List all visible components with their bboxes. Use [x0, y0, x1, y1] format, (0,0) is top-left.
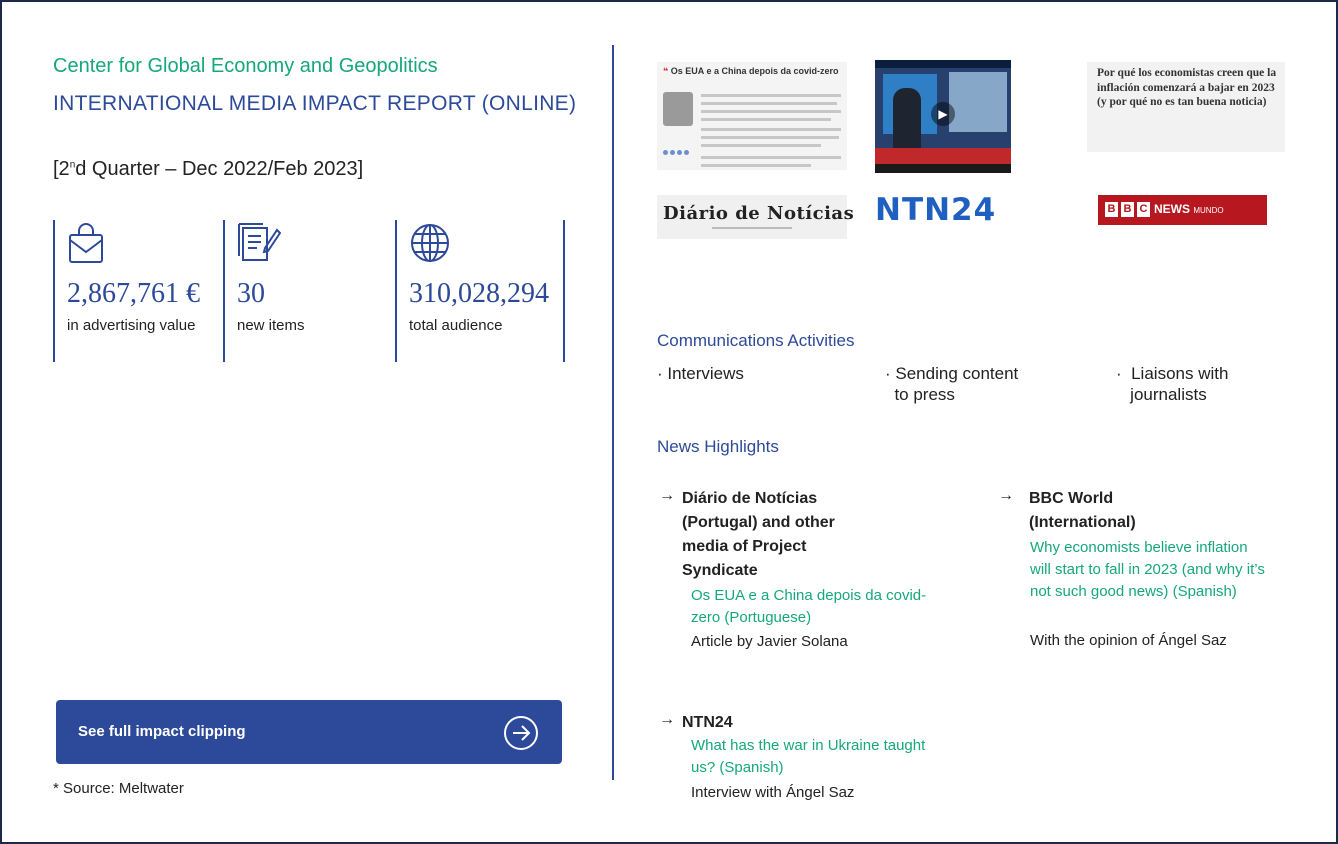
stat-value: 2,867,761 € — [67, 278, 200, 309]
stat-advertising-value: 2,867,761 € in advertising value — [53, 220, 222, 362]
center-name: Center for Global Economy and Geopolitic… — [53, 55, 438, 77]
report-title: INTERNATIONAL MEDIA IMPACT REPORT (ONLIN… — [53, 92, 577, 115]
see-full-impact-clipping-button[interactable]: See full impact clipping — [56, 700, 562, 764]
masthead-text: Diário de Notícias — [663, 203, 855, 224]
news-outlet: NTN24 — [682, 714, 733, 731]
stat-new-items: 30 new items — [223, 220, 392, 362]
stat-total-audience: 310,028,294 total audience — [395, 220, 565, 362]
thumbnail-bbc-article[interactable]: Por qué los economistas creen que la inf… — [1087, 62, 1285, 152]
activity-item: · Sending content to press — [885, 364, 1019, 404]
news-outlet: BBC World (International) — [1029, 490, 1136, 531]
quarter-label: [2nd Quarter – Dec 2022/Feb 2023] — [53, 158, 364, 180]
arrow-right-icon: → — [659, 711, 675, 728]
thumbnail-headline: Por qué los economistas creen que la inf… — [1097, 67, 1277, 108]
thumbnail-headline: ❝ Os EUA e a China depois da covid-zero — [663, 66, 839, 76]
shopping-bag-icon — [69, 223, 103, 263]
thumbnail-ntn24-video[interactable]: ▶ — [875, 60, 1011, 173]
diario-de-noticias-logo: Diário de Notícias — [657, 195, 854, 239]
cta-label: See full impact clipping — [78, 723, 246, 740]
news-headline-link[interactable]: Why economists believe inflation will st… — [1030, 537, 1270, 603]
document-edit-icon — [238, 223, 281, 261]
activity-item: · Liaisons with journalists — [1116, 364, 1229, 404]
globe-icon — [411, 224, 449, 262]
ntn24-logo: NTN24 — [875, 192, 997, 228]
stat-label: new items — [237, 317, 305, 334]
news-byline: Interview with Ángel Saz — [691, 784, 855, 801]
source-note: * Source: Meltwater — [53, 780, 184, 797]
bbc-news-mundo-logo: B B C NEWS MUNDO — [1098, 195, 1267, 225]
activity-item: · Interviews — [657, 364, 744, 383]
news-headline-link[interactable]: Os EUA e a China depois da covid-zero (P… — [691, 585, 931, 629]
arrow-right-icon: → — [998, 487, 1014, 504]
play-icon[interactable]: ▶ — [931, 102, 955, 126]
stat-label: total audience — [409, 317, 503, 334]
news-byline: Article by Javier Solana — [691, 633, 848, 650]
column-divider — [612, 45, 614, 780]
communications-title: Communications Activities — [657, 331, 855, 350]
stat-label: in advertising value — [67, 317, 196, 334]
thumbnail-dn-article[interactable]: ❝ Os EUA e a China depois da covid-zero — [657, 62, 847, 170]
author-photo — [663, 92, 693, 126]
news-headline-link[interactable]: What has the war in Ukraine taught us? (… — [691, 735, 931, 779]
stat-value: 310,028,294 — [409, 278, 549, 309]
news-highlights-title: News Highlights — [657, 437, 779, 456]
news-outlet: Diário de Notícias (Portugal) and other … — [682, 490, 835, 579]
stat-value: 30 — [237, 278, 265, 309]
arrow-right-icon: → — [659, 487, 675, 504]
arrow-circle-icon — [504, 716, 538, 750]
news-byline: With the opinion of Ángel Saz — [1030, 632, 1227, 649]
